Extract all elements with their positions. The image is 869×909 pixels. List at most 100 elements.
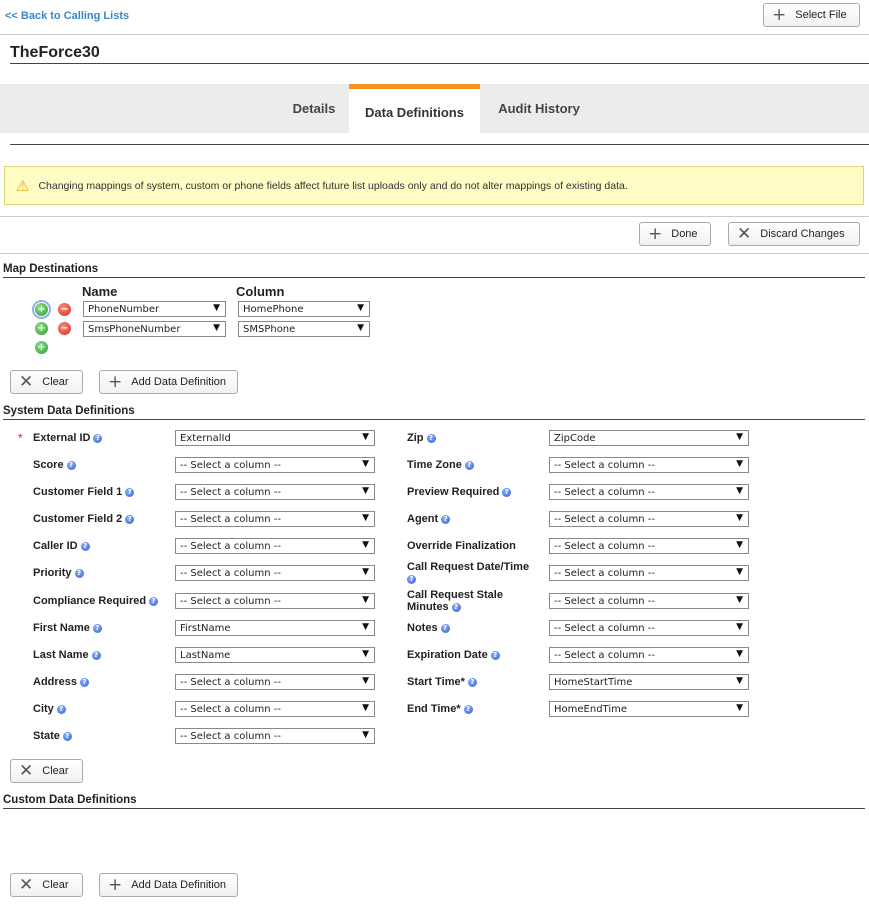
info-icon[interactable]: ?	[451, 602, 461, 612]
info-icon[interactable]: ?	[463, 704, 473, 714]
add-data-definition-button[interactable]: + Add Data Definition	[99, 873, 238, 897]
done-button[interactable]: + Done	[639, 222, 711, 246]
select-agent[interactable]: -- Select a column -- ▼	[549, 511, 749, 527]
select-call-request-date-time[interactable]: -- Select a column -- ▼	[549, 565, 749, 581]
close-icon: ✕	[19, 760, 34, 781]
select-value: HomeEndTime	[554, 703, 628, 715]
add-row-icon[interactable]: +	[35, 341, 48, 354]
select-end-time[interactable]: HomeEndTime ▼	[549, 701, 749, 717]
select-value: -- Select a column --	[180, 513, 281, 525]
add-data-definition-label: Add Data Definition	[131, 879, 227, 891]
select-value: -- Select a column --	[554, 649, 655, 661]
select-zip[interactable]: ZipCode ▼	[549, 430, 749, 446]
field-label-text: Preview Required	[407, 486, 500, 498]
chevron-down-icon: ▼	[736, 703, 743, 713]
discard-label: Discard Changes	[760, 228, 845, 240]
select-score[interactable]: -- Select a column -- ▼	[175, 457, 375, 473]
select-value: SMSPhone	[243, 323, 296, 335]
tab-data-definitions[interactable]: Data Definitions	[349, 84, 480, 134]
field-label-text: External ID	[33, 432, 91, 444]
info-icon[interactable]: ?	[149, 596, 159, 606]
select-priority[interactable]: -- Select a column -- ▼	[175, 565, 375, 581]
info-icon[interactable]: ?	[92, 623, 102, 633]
info-icon[interactable]: ?	[490, 650, 500, 660]
select-time-zone[interactable]: -- Select a column -- ▼	[549, 457, 749, 473]
close-icon: ✕	[19, 371, 34, 392]
tab-audit-history[interactable]: Audit History	[484, 84, 594, 133]
remove-row-icon[interactable]: −	[58, 303, 71, 316]
info-icon[interactable]: ?	[56, 704, 66, 714]
back-to-calling-lists-link[interactable]: << Back to Calling Lists	[5, 10, 129, 22]
info-icon[interactable]: ?	[441, 514, 451, 524]
select-start-time[interactable]: HomeStartTime ▼	[549, 674, 749, 690]
info-icon[interactable]: ?	[467, 677, 477, 687]
info-icon[interactable]: ?	[407, 574, 416, 584]
select-file-button[interactable]: + Select File	[763, 3, 860, 27]
add-row-icon[interactable]: +	[32, 300, 51, 319]
chevron-down-icon: ▼	[362, 567, 369, 577]
map-name-select[interactable]: SmsPhoneNumber ▼	[83, 321, 226, 337]
field-label-caller-id: Caller ID?	[33, 540, 90, 552]
info-icon[interactable]: ?	[125, 514, 135, 524]
select-value: -- Select a column --	[180, 676, 281, 688]
select-customer-field-2[interactable]: -- Select a column -- ▼	[175, 511, 375, 527]
tab-details[interactable]: Details	[280, 84, 348, 133]
select-expiration-date[interactable]: -- Select a column -- ▼	[549, 647, 749, 663]
info-icon[interactable]: ?	[502, 487, 512, 497]
add-data-definition-button[interactable]: + Add Data Definition	[99, 370, 238, 394]
info-icon[interactable]: ?	[62, 731, 72, 741]
map-column-select[interactable]: SMSPhone ▼	[238, 321, 370, 337]
select-call-request-stale-minutes[interactable]: -- Select a column -- ▼	[549, 593, 749, 609]
clear-button[interactable]: ✕ Clear	[10, 873, 83, 897]
add-row-icon[interactable]: +	[35, 322, 48, 335]
select-external-id[interactable]: ExternalId ▼	[175, 430, 375, 446]
select-notes[interactable]: -- Select a column -- ▼	[549, 620, 749, 636]
chevron-down-icon: ▼	[362, 540, 369, 550]
field-label-text: Address	[33, 676, 78, 688]
field-label-end-time: End Time*?	[407, 703, 473, 715]
divider	[10, 144, 869, 145]
clear-label: Clear	[42, 879, 69, 891]
info-icon[interactable]: ?	[80, 541, 90, 551]
select-caller-id[interactable]: -- Select a column -- ▼	[175, 538, 375, 554]
clear-button[interactable]: ✕ Clear	[10, 759, 83, 783]
done-label: Done	[671, 228, 698, 240]
select-customer-field-1[interactable]: -- Select a column -- ▼	[175, 484, 375, 500]
field-label-call-request-stale-minutes: Call Request Stale Minutes?	[407, 589, 517, 613]
select-first-name[interactable]: FirstName ▼	[175, 620, 375, 636]
info-icon[interactable]: ?	[440, 623, 450, 633]
map-column-select[interactable]: HomePhone ▼	[238, 301, 370, 317]
select-compliance-required[interactable]: -- Select a column -- ▼	[175, 593, 375, 609]
info-icon[interactable]: ?	[125, 487, 135, 497]
section-heading-system-data-definitions: System Data Definitions	[3, 405, 135, 417]
select-last-name[interactable]: LastName ▼	[175, 647, 375, 663]
field-label-address: Address?	[33, 676, 90, 688]
select-state[interactable]: -- Select a column -- ▼	[175, 728, 375, 744]
info-icon[interactable]: ?	[426, 433, 436, 443]
info-icon[interactable]: ?	[80, 677, 90, 687]
required-marker: *	[18, 431, 23, 445]
title-underline	[10, 63, 869, 64]
select-value: -- Select a column --	[554, 567, 655, 579]
select-value: -- Select a column --	[180, 595, 281, 607]
info-icon[interactable]: ?	[93, 433, 103, 443]
clear-button[interactable]: ✕ Clear	[10, 370, 83, 394]
remove-row-icon[interactable]: −	[58, 322, 71, 335]
discard-changes-button[interactable]: ✕ Discard Changes	[728, 222, 860, 246]
select-address[interactable]: -- Select a column -- ▼	[175, 674, 375, 690]
field-label-time-zone: Time Zone?	[407, 459, 474, 471]
info-icon[interactable]: ?	[74, 568, 84, 578]
info-icon[interactable]: ?	[464, 460, 474, 470]
select-city[interactable]: -- Select a column -- ▼	[175, 701, 375, 717]
chevron-down-icon: ▼	[357, 303, 364, 313]
select-value: -- Select a column --	[554, 459, 655, 471]
select-preview-required[interactable]: -- Select a column -- ▼	[549, 484, 749, 500]
tab-bar: Details Data Definitions Audit History	[0, 84, 869, 134]
info-icon[interactable]: ?	[91, 650, 101, 660]
chevron-down-icon: ▼	[736, 622, 743, 632]
info-icon[interactable]: ?	[66, 460, 76, 470]
select-value: PhoneNumber	[88, 303, 160, 315]
select-override-finalization[interactable]: -- Select a column -- ▼	[549, 538, 749, 554]
page-title: TheForce30	[10, 44, 100, 61]
map-name-select[interactable]: PhoneNumber ▼	[83, 301, 226, 317]
